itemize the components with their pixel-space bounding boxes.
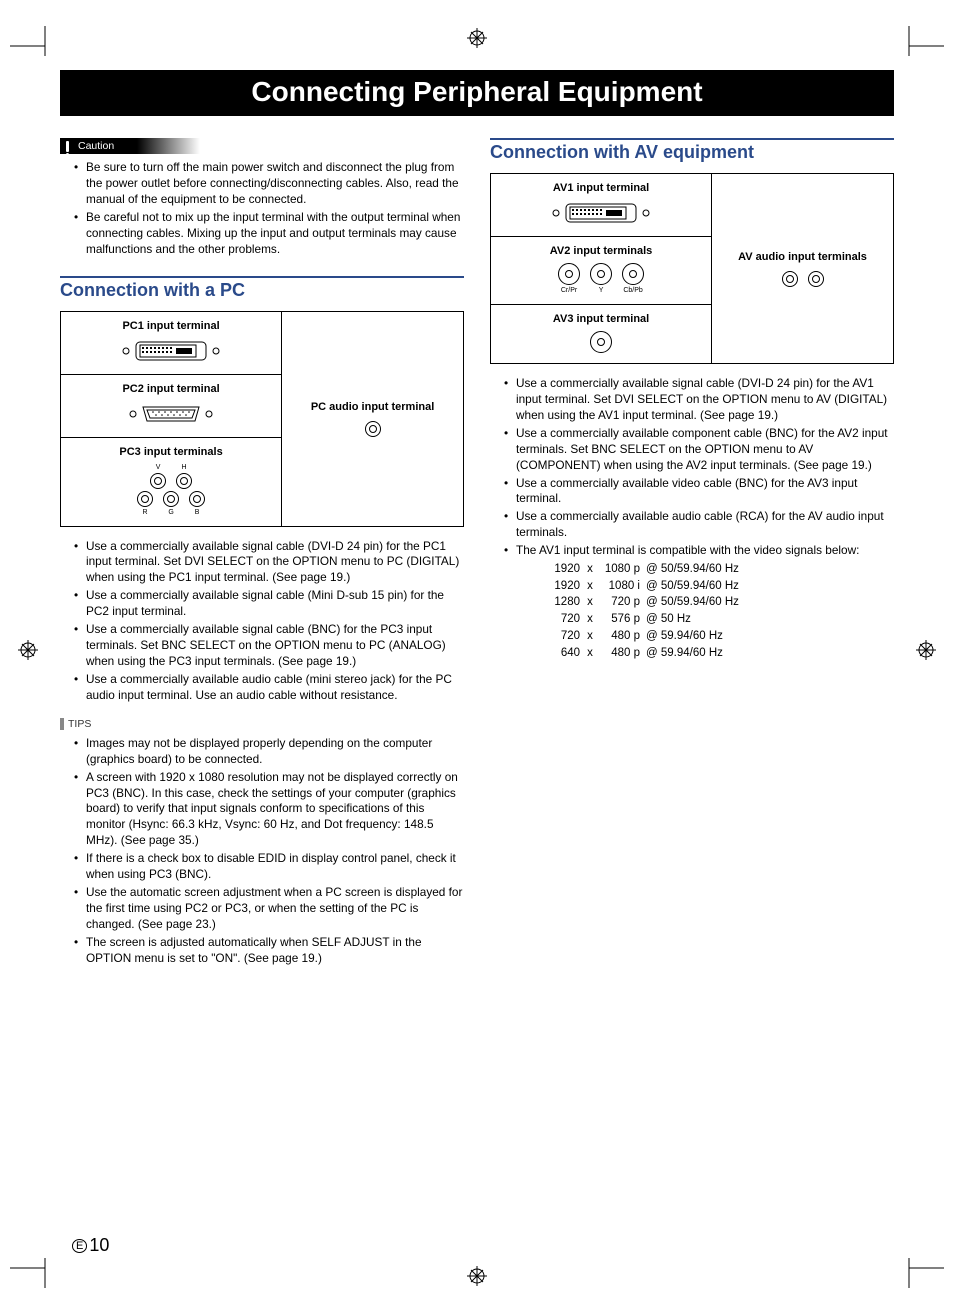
list-item: Use a commercially available audio cable… (504, 509, 894, 541)
pc-audio-label: PC audio input terminal (311, 401, 434, 413)
bnc-y-label: Y (599, 287, 604, 294)
right-column: Connection with AV equipment AV1 input t… (490, 138, 894, 969)
list-item: Use a commercially available audio cable… (74, 672, 464, 704)
bnc-cbpb-label: Cb/Pb (623, 287, 642, 294)
bnc5-connector-icon: V H R G B (137, 464, 205, 516)
tips-list: Images may not be displayed properly dep… (60, 736, 464, 967)
table-row: 720x480 p@ 59.94/60 Hz (540, 628, 894, 645)
page-lang-badge: E (72, 1239, 87, 1253)
table-row: 720x576 p@ 50 Hz (540, 611, 894, 628)
bnc-r-label: R (143, 509, 148, 516)
list-item: Use a commercially available signal cabl… (504, 376, 894, 424)
pc-bullet-list: Use a commercially available signal cabl… (60, 539, 464, 704)
list-item: Use a commercially available signal cabl… (74, 539, 464, 587)
av-section-heading: Connection with AV equipment (490, 138, 894, 163)
table-row: 1920x1080 p@ 50/59.94/60 Hz (540, 561, 894, 578)
list-item: Use a commercially available signal cabl… (74, 588, 464, 620)
table-row: 1920x1080 i@ 50/59.94/60 Hz (540, 578, 894, 595)
rca-pair-icon (782, 271, 824, 287)
list-item: The AV1 input terminal is compatible wit… (504, 543, 894, 559)
list-item: The screen is adjusted automatically whe… (74, 935, 464, 967)
content-columns: Caution Be sure to turn off the main pow… (60, 138, 894, 969)
av2-label: AV2 input terminals (495, 245, 707, 257)
bnc-b-label: B (195, 509, 200, 516)
dvi-connector-icon (546, 200, 656, 226)
bnc-v-label: V (156, 464, 161, 471)
caution-list: Be sure to turn off the main power switc… (60, 160, 464, 258)
list-item: Images may not be displayed properly dep… (74, 736, 464, 768)
caution-item: Be sure to turn off the main power switc… (74, 160, 464, 208)
left-column: Caution Be sure to turn off the main pow… (60, 138, 464, 969)
list-item: Use a commercially available component c… (504, 426, 894, 474)
page-title: Connecting Peripheral Equipment (60, 70, 894, 116)
tips-heading: TIPS (60, 718, 464, 730)
bnc-g-label: G (168, 509, 173, 516)
pc3-label: PC3 input terminals (65, 446, 277, 458)
bnc3-connector-icon: Cr/Pr Y Cb/Pb (495, 263, 707, 294)
pc1-label: PC1 input terminal (65, 320, 277, 332)
bnc-h-label: H (182, 464, 187, 471)
list-item: A screen with 1920 x 1080 resolution may… (74, 770, 464, 850)
bnc1-connector-icon (590, 331, 612, 353)
signal-table: 1920x1080 p@ 50/59.94/60 Hz 1920x1080 i@… (540, 561, 894, 661)
page-number-value: 10 (89, 1235, 109, 1255)
pc-terminal-box: PC1 input terminal PC2 input terminal (60, 311, 464, 527)
av-bullet-list: Use a commercially available signal cabl… (490, 376, 894, 559)
list-item: Use the automatic screen adjustment when… (74, 885, 464, 933)
table-row: 1280x720 p@ 50/59.94/60 Hz (540, 594, 894, 611)
pc-section-heading: Connection with a PC (60, 276, 464, 301)
pc2-label: PC2 input terminal (65, 383, 277, 395)
audio-jack-icon (365, 421, 381, 437)
dsub-connector-icon (121, 401, 221, 427)
caution-item: Be careful not to mix up the input termi… (74, 210, 464, 258)
bnc-crpr-label: Cr/Pr (561, 287, 577, 294)
list-item: Use a commercially available signal cabl… (74, 622, 464, 670)
list-item: If there is a check box to disable EDID … (74, 851, 464, 883)
table-row: 640x480 p@ 59.94/60 Hz (540, 645, 894, 662)
av3-label: AV3 input terminal (495, 313, 707, 325)
list-item: Use a commercially available video cable… (504, 476, 894, 508)
dvi-connector-icon (116, 338, 226, 364)
caution-heading: Caution (60, 138, 200, 154)
av-terminal-box: AV1 input terminal AV2 input terminals C… (490, 173, 894, 364)
av1-label: AV1 input terminal (495, 182, 707, 194)
av-audio-label: AV audio input terminals (738, 251, 867, 263)
page-number: E10 (72, 1235, 109, 1256)
